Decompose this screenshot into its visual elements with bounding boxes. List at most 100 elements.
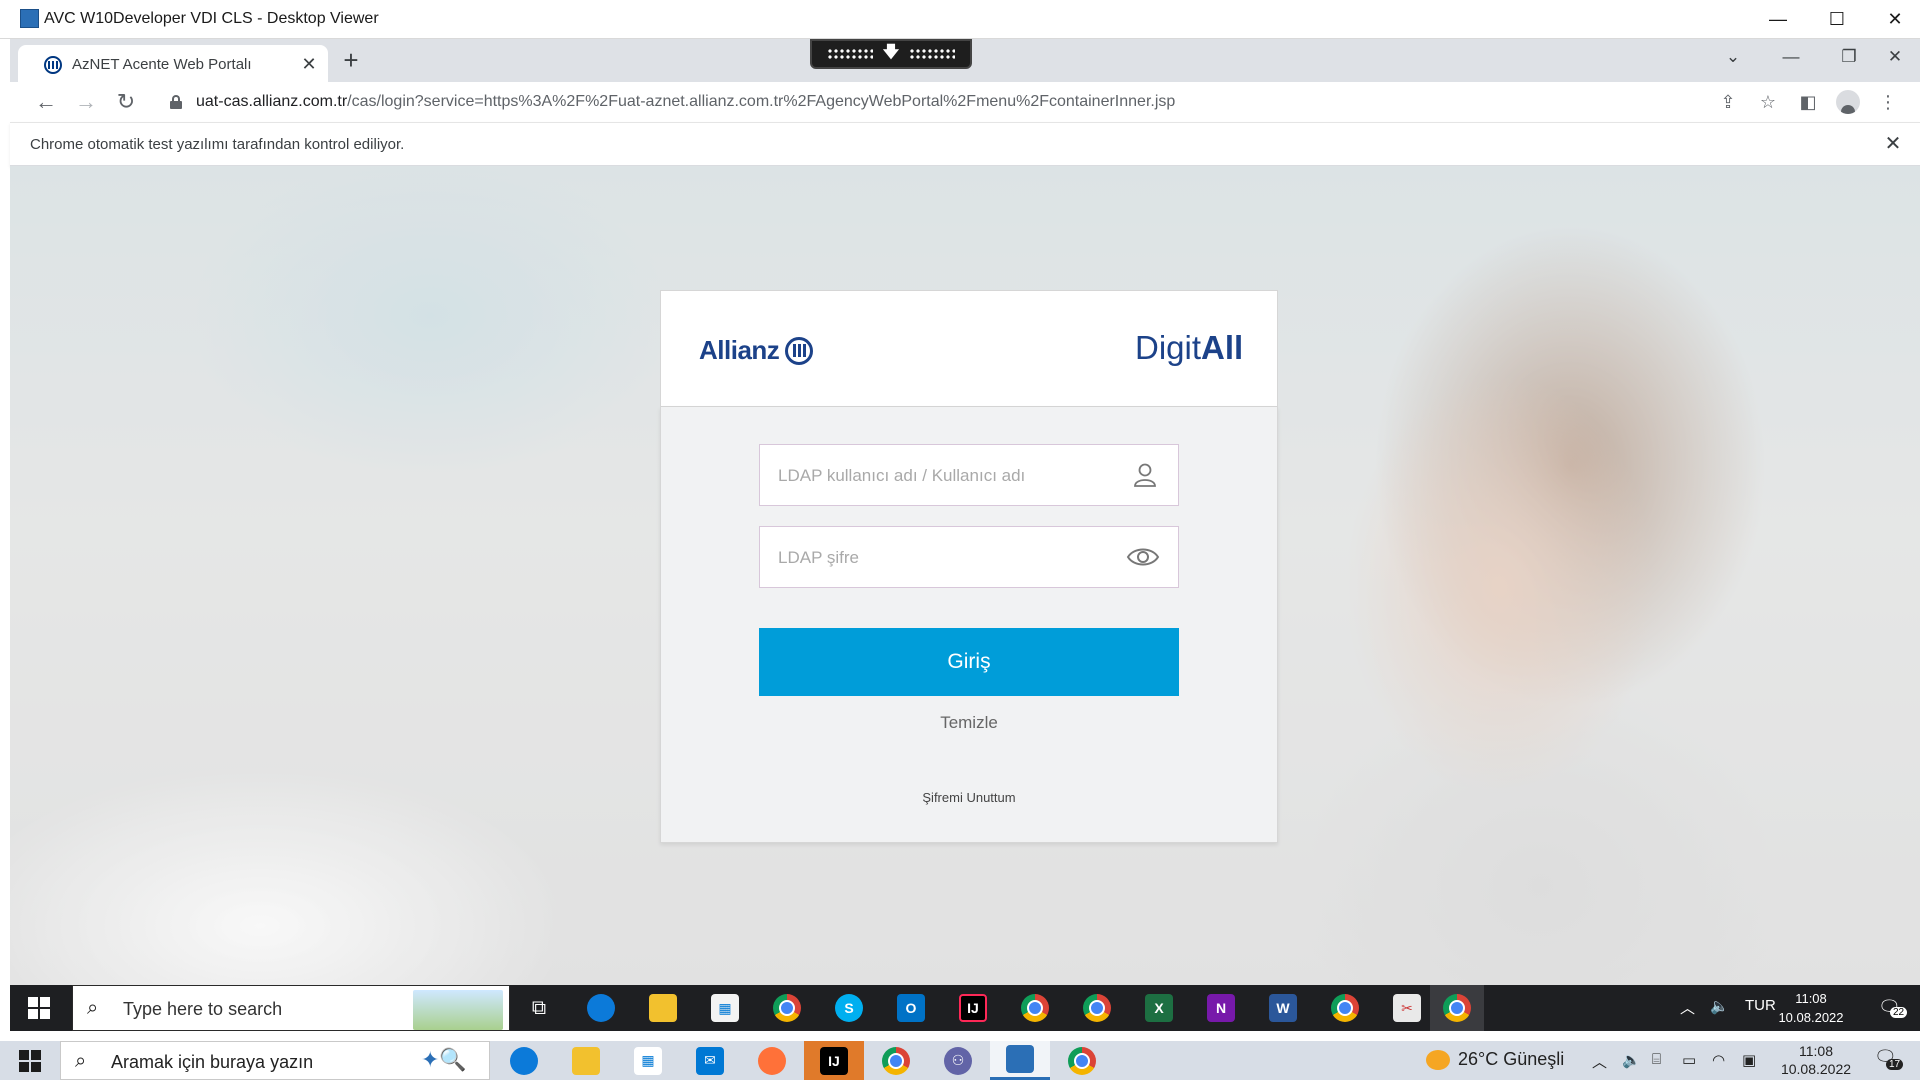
remote-date: 10.08.2022 [1778, 1010, 1844, 1025]
local-time: 11:08 [1799, 1043, 1833, 1059]
profile-avatar-icon[interactable] [1832, 86, 1864, 118]
search-highlight-image [413, 990, 503, 1030]
wifi-icon[interactable]: ◠ [1712, 1051, 1725, 1069]
file-explorer-icon[interactable] [636, 985, 690, 1031]
search-icon: ⌕ [75, 1050, 87, 1072]
weather-text: 26°C Güneşli [1458, 1049, 1565, 1069]
intellij-icon[interactable]: IJ [804, 1041, 864, 1080]
infobar-message: Chrome otomatik test yazılımı tarafından… [30, 136, 405, 153]
forward-arrow-icon[interactable]: → [70, 86, 102, 118]
password-field[interactable] [759, 526, 1179, 588]
network-icon[interactable]: ⌸ [1652, 1051, 1661, 1068]
teams-chat-icon[interactable]: ⚇ [928, 1041, 988, 1080]
back-arrow-icon[interactable]: ← [30, 86, 62, 118]
windows-logo-icon [28, 997, 50, 1019]
remote-search-box[interactable]: ⌕ Type here to search [72, 985, 510, 1031]
vdi-maximize-button[interactable]: ☐ [1808, 0, 1866, 39]
login-button[interactable]: Giriş [759, 628, 1179, 696]
digitall-logo-regular: Digit [1135, 329, 1202, 366]
device-icon[interactable]: ▣ [1742, 1051, 1756, 1069]
mail-icon[interactable]: ✉ [680, 1041, 740, 1080]
remote-notification-icon[interactable]: 🗨 22 [1878, 997, 1908, 1018]
remote-desktop: AzNET Acente Web Portalı ✕ + 🡇 ⌄ — ❐ ✕ ←… [10, 39, 1920, 1041]
edge-icon[interactable] [574, 985, 628, 1031]
chrome-icon[interactable] [1052, 1041, 1112, 1080]
task-view-icon[interactable]: ⧉ [512, 985, 566, 1031]
allianz-emblem-icon [785, 336, 814, 365]
allianz-wordmark: Allianz [699, 335, 780, 365]
weather-sun-icon [1426, 1049, 1450, 1070]
eye-icon[interactable] [1126, 545, 1160, 569]
vdi-minimize-button[interactable]: — [1749, 0, 1807, 39]
digitall-logo-bold: All [1201, 329, 1244, 366]
username-input[interactable] [778, 463, 1118, 489]
password-input[interactable] [778, 545, 1118, 571]
chrome-icon[interactable] [760, 985, 814, 1031]
weather-widget[interactable]: 26°C Güneşli [1426, 1049, 1564, 1070]
firefox-icon[interactable] [742, 1041, 802, 1080]
desktop-viewer-icon[interactable] [990, 1041, 1050, 1080]
arrow-down-icon: 🡇 [882, 43, 900, 61]
share-icon[interactable]: ⇪ [1712, 86, 1744, 118]
chrome-close-button[interactable]: ✕ [1872, 39, 1918, 75]
file-explorer-icon[interactable] [556, 1041, 616, 1080]
side-panel-icon[interactable]: ◧ [1792, 86, 1824, 118]
clear-link[interactable]: Temizle [759, 713, 1179, 733]
store-icon[interactable]: ▦ [618, 1041, 678, 1080]
local-date: 10.08.2022 [1780, 1061, 1852, 1077]
vdi-toolbar-handle[interactable]: 🡇 [810, 39, 972, 69]
lock-icon[interactable] [170, 95, 182, 109]
chrome-minimize-button[interactable]: — [1768, 39, 1814, 75]
remote-clock[interactable]: 11:08 10.08.2022 [1766, 989, 1856, 1027]
chrome-icon[interactable] [866, 1041, 926, 1080]
tab-aznet[interactable]: AzNET Acente Web Portalı ✕ [18, 45, 328, 82]
username-field[interactable] [759, 444, 1179, 506]
chrome-toolbar: ← → ↻ uat-cas.allianz.com.tr/cas/login?s… [10, 82, 1920, 122]
tab-search-chevron-icon[interactable]: ⌄ [1710, 39, 1756, 75]
intellij-icon[interactable]: IJ [946, 985, 1000, 1031]
local-search-placeholder: Aramak için buraya yazın [111, 1052, 314, 1072]
chrome-menu-icon[interactable]: ⋮ [1872, 86, 1904, 118]
excel-icon[interactable]: X [1132, 985, 1186, 1031]
onenote-icon[interactable]: N [1194, 985, 1248, 1031]
new-tab-button[interactable]: + [338, 47, 364, 74]
reload-icon[interactable]: ↻ [110, 86, 142, 118]
skype-icon[interactable]: S [822, 985, 876, 1031]
tray-chevron-icon[interactable]: ︿ [1592, 1051, 1607, 1072]
volume-icon[interactable]: 🔈 [1710, 997, 1729, 1015]
store-icon[interactable]: ▦ [698, 985, 752, 1031]
remote-time: 11:08 [1795, 991, 1827, 1006]
edge-icon[interactable] [494, 1041, 554, 1080]
tray-chevron-icon[interactable]: ︿ [1680, 997, 1695, 1018]
address-bar[interactable]: uat-cas.allianz.com.tr/cas/login?service… [150, 85, 1760, 119]
allianz-logo: Allianz [699, 335, 814, 366]
vdi-window-title: AVC W10Developer VDI CLS - Desktop Viewe… [44, 10, 379, 27]
remote-taskbar: ⌕ Type here to search ⧉ ▦ S O IJ X N W ✂… [10, 985, 1920, 1031]
grip-dots-icon [826, 48, 873, 60]
remote-start-button[interactable] [12, 985, 66, 1031]
local-clock[interactable]: 11:08 10.08.2022 [1766, 1042, 1866, 1078]
bookmark-star-icon[interactable]: ☆ [1752, 86, 1784, 118]
url-text[interactable]: uat-cas.allianz.com.tr/cas/login?service… [196, 93, 1175, 111]
infobar-close-icon[interactable]: ✕ [1880, 131, 1906, 157]
login-card-header: Allianz DigitAll [660, 290, 1278, 407]
chrome-restore-button[interactable]: ❐ [1826, 39, 1872, 75]
tab-close-icon[interactable]: ✕ [298, 53, 320, 75]
chrome-icon[interactable] [1008, 985, 1062, 1031]
tab-title: AzNET Acente Web Portalı [72, 56, 252, 73]
forgot-password-link[interactable]: Şifremi Unuttum [759, 790, 1179, 805]
digitall-logo: DigitAll [1135, 329, 1243, 367]
local-notification-icon[interactable]: 🗨 17 [1874, 1047, 1904, 1070]
user-icon [1134, 463, 1156, 487]
battery-icon[interactable]: ▭ [1682, 1051, 1696, 1069]
local-search-box[interactable]: ⌕ Aramak için buraya yazın ✦🔍 [60, 1041, 490, 1080]
volume-icon[interactable]: 🔈 [1622, 1051, 1641, 1069]
chrome-icon[interactable] [1070, 985, 1124, 1031]
outlook-icon[interactable]: O [884, 985, 938, 1031]
chrome-icon[interactable] [1318, 985, 1372, 1031]
chrome-icon-active[interactable] [1430, 985, 1484, 1031]
local-start-button[interactable] [0, 1041, 60, 1080]
sniping-tool-icon[interactable]: ✂ [1380, 985, 1434, 1031]
word-icon[interactable]: W [1256, 985, 1310, 1031]
vdi-close-button[interactable]: ✕ [1866, 0, 1920, 39]
